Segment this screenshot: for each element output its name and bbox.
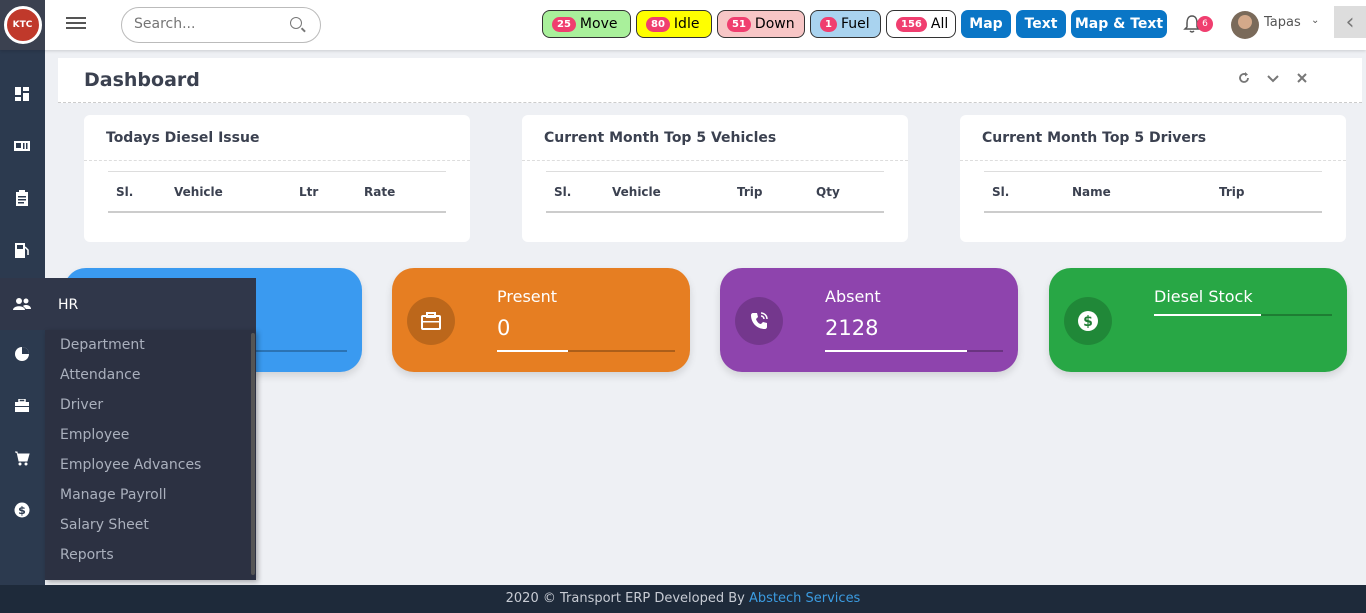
menu-item-attendance[interactable]: Attendance xyxy=(60,367,140,383)
pie-chart-icon[interactable] xyxy=(10,342,34,366)
users-icon xyxy=(10,292,34,316)
status-pill-down[interactable]: 51 Down xyxy=(717,10,805,38)
hr-menu-title: HR xyxy=(58,297,79,313)
stat-tile-diesel-stock[interactable]: $ Diesel Stock xyxy=(1049,268,1347,372)
logo-mark: KTC xyxy=(3,6,42,44)
hr-submenu: Department Attendance Driver Employee Em… xyxy=(45,330,256,580)
stat-label: Diesel Stock xyxy=(1154,287,1253,306)
top-bar: KTC 25 Move 80 Idle 51 Down 1 Fuel 156 A… xyxy=(0,0,1366,50)
menu-item-salary-sheet[interactable]: Salary Sheet xyxy=(60,517,149,533)
close-icon[interactable] xyxy=(1297,72,1307,87)
collapse-panel-icon[interactable]: ‹ xyxy=(1334,6,1366,38)
column-header: Trip xyxy=(1219,185,1245,199)
search-icon[interactable] xyxy=(290,17,302,29)
card-todays-diesel-issue: Todays Diesel Issue Sl. Vehicle Ltr Rate xyxy=(84,115,470,242)
user-name[interactable]: Tapas xyxy=(1264,15,1301,30)
briefcase-icon xyxy=(407,297,455,345)
column-header: Sl. xyxy=(992,185,1010,199)
status-pill-idle[interactable]: 80 Idle xyxy=(636,10,712,38)
stat-value: 0 xyxy=(497,316,511,340)
card-top-drivers: Current Month Top 5 Drivers Sl. Name Tri… xyxy=(960,115,1346,242)
id-card-icon[interactable] xyxy=(10,134,34,158)
menu-item-employee-advances[interactable]: Employee Advances xyxy=(60,457,201,473)
text-button[interactable]: Text xyxy=(1016,10,1066,38)
svg-text:$: $ xyxy=(1083,314,1093,330)
footer: 2020 © Transport ERP Developed By Abstec… xyxy=(0,585,1366,613)
map-and-text-button[interactable]: Map & Text xyxy=(1071,10,1167,38)
status-pill-all[interactable]: 156 All xyxy=(886,10,956,38)
svg-text:$: $ xyxy=(18,504,26,517)
page-title: Dashboard xyxy=(84,69,200,91)
briefcase-icon[interactable] xyxy=(10,394,34,418)
clipboard-icon[interactable] xyxy=(10,186,34,210)
menu-item-employee[interactable]: Employee xyxy=(60,427,129,443)
pill-label: Down xyxy=(754,16,795,32)
stat-label: Absent xyxy=(825,287,881,306)
stat-value: 2128 xyxy=(825,316,879,340)
card-title: Current Month Top 5 Drivers xyxy=(982,130,1207,146)
notification-badge: 6 xyxy=(1197,16,1213,32)
hamburger-menu-icon[interactable] xyxy=(66,14,86,34)
fuel-pump-icon[interactable] xyxy=(10,238,34,262)
cart-icon[interactable] xyxy=(10,446,34,470)
menu-item-department[interactable]: Department xyxy=(60,337,145,353)
column-header: Ltr xyxy=(299,185,319,199)
pill-label: Move xyxy=(579,16,618,32)
pill-label: Idle xyxy=(673,16,700,32)
pill-count: 80 xyxy=(646,16,670,32)
search-input[interactable] xyxy=(134,16,284,32)
stat-progress-bar xyxy=(497,350,675,352)
card-title: Todays Diesel Issue xyxy=(106,130,260,146)
column-header: Name xyxy=(1072,185,1111,199)
main-header: Dashboard xyxy=(58,58,1362,103)
status-pill-move[interactable]: 25 Move xyxy=(542,10,631,38)
column-header: Qty xyxy=(816,185,840,199)
stat-progress-bar xyxy=(1154,314,1332,316)
card-top-vehicles: Current Month Top 5 Vehicles Sl. Vehicle… xyxy=(522,115,908,242)
chevron-down-icon[interactable] xyxy=(1267,72,1279,88)
stat-progress-bar xyxy=(825,350,1003,352)
dashboard-icon[interactable] xyxy=(10,82,34,106)
pill-count: 1 xyxy=(820,16,837,32)
menu-item-driver[interactable]: Driver xyxy=(60,397,103,413)
column-header: Rate xyxy=(364,185,396,199)
stat-label: Present xyxy=(497,287,558,306)
card-title: Current Month Top 5 Vehicles xyxy=(544,130,777,146)
pill-count: 156 xyxy=(896,16,927,32)
table-header: Sl. Vehicle Trip Qty xyxy=(546,171,884,213)
search-box[interactable] xyxy=(121,7,321,43)
menu-item-manage-payroll[interactable]: Manage Payroll xyxy=(60,487,167,503)
table-header: Sl. Vehicle Ltr Rate xyxy=(108,171,446,213)
column-header: Trip xyxy=(737,185,763,199)
refresh-icon[interactable] xyxy=(1238,72,1250,88)
column-header: Sl. xyxy=(554,185,572,199)
dollar-icon[interactable]: $ xyxy=(10,498,34,522)
column-header: Vehicle xyxy=(174,185,223,199)
avatar[interactable] xyxy=(1231,11,1259,39)
dollar-icon: $ xyxy=(1064,297,1112,345)
logo[interactable]: KTC xyxy=(0,0,45,50)
scrollbar[interactable] xyxy=(251,333,255,575)
pill-count: 51 xyxy=(727,16,751,32)
pill-label: All xyxy=(930,16,949,32)
footer-text: 2020 © Transport ERP Developed By xyxy=(505,591,749,606)
chevron-down-icon[interactable]: ⌄ xyxy=(1311,15,1319,26)
pill-label: Fuel xyxy=(840,16,870,32)
status-pill-fuel[interactable]: 1 Fuel xyxy=(810,10,881,38)
table-header: Sl. Name Trip xyxy=(984,171,1322,213)
column-header: Vehicle xyxy=(612,185,661,199)
menu-item-reports[interactable]: Reports xyxy=(60,547,114,563)
stat-tile-present[interactable]: Present 0 xyxy=(392,268,690,372)
column-header: Sl. xyxy=(116,185,134,199)
sidebar-item-hr[interactable]: HR xyxy=(0,278,256,330)
phone-icon xyxy=(735,297,783,345)
footer-brand-link[interactable]: Abstech Services xyxy=(749,591,860,606)
pill-count: 25 xyxy=(552,16,576,32)
map-button[interactable]: Map xyxy=(961,10,1011,38)
stat-tile-absent[interactable]: Absent 2128 xyxy=(720,268,1018,372)
